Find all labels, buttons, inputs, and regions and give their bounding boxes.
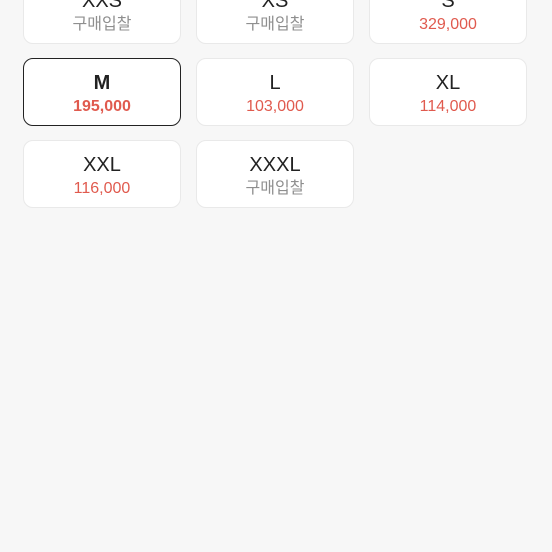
size-bid-label: 구매입찰 bbox=[245, 180, 305, 197]
size-label: XL bbox=[435, 72, 461, 94]
size-option-l[interactable]: L 103,000 bbox=[196, 58, 354, 126]
size-option-xxs[interactable]: XXS 구매입찰 bbox=[23, 0, 181, 44]
size-option-xl[interactable]: XL 114,000 bbox=[369, 58, 527, 126]
size-label: XS bbox=[261, 0, 289, 12]
size-bid-label: 구매입찰 bbox=[72, 16, 132, 33]
size-label: S bbox=[441, 0, 455, 12]
size-label: XXL bbox=[83, 154, 121, 176]
size-price: 103,000 bbox=[246, 98, 304, 115]
size-label: M bbox=[93, 72, 111, 94]
size-price: 195,000 bbox=[73, 98, 131, 115]
size-price: 116,000 bbox=[73, 180, 131, 197]
size-option-grid: XXS 구매입찰 XS 구매입찰 S 329,000 M 195,000 L 1… bbox=[0, 0, 552, 552]
size-option-xs[interactable]: XS 구매입찰 bbox=[196, 0, 354, 44]
size-option-xxxl[interactable]: XXXL 구매입찰 bbox=[196, 140, 354, 208]
size-price: 329,000 bbox=[419, 16, 477, 33]
size-option-s[interactable]: S 329,000 bbox=[369, 0, 527, 44]
size-option-xxl[interactable]: XXL 116,000 bbox=[23, 140, 181, 208]
size-label: XXS bbox=[81, 0, 123, 12]
size-label: L bbox=[269, 72, 281, 94]
size-option-m[interactable]: M 195,000 bbox=[23, 58, 181, 126]
size-price: 114,000 bbox=[419, 98, 477, 115]
size-label: XXXL bbox=[249, 154, 301, 176]
size-bid-label: 구매입찰 bbox=[245, 16, 305, 33]
